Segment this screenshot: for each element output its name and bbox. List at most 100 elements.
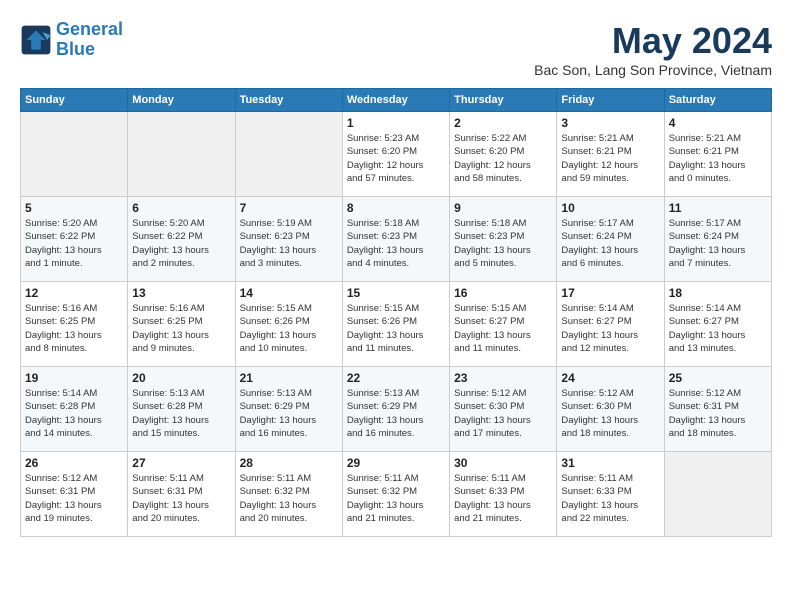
calendar-cell: 26Sunrise: 5:12 AM Sunset: 6:31 PM Dayli…: [21, 452, 128, 537]
calendar-cell: 30 Sunrise: 5:11 AM Sunset: 6:33 PM Dayli…: [450, 452, 557, 537]
header-row: SundayMondayTuesdayWednesdayThursdayFrid…: [21, 89, 772, 112]
logo-icon: [20, 24, 52, 56]
day-header-tuesday: Tuesday: [235, 89, 342, 112]
calendar-cell: 14 Sunrise: 5:15 AM Sunset: 6:26 PM Dayli…: [235, 282, 342, 367]
calendar-cell: 15 Sunrise: 5:15 AM Sunset: 6:26 PM Dayli…: [342, 282, 449, 367]
day-info: Sunrise: 5:20 AM Sunset: 6:22 PM Dayligh…: [132, 217, 230, 270]
calendar-cell: 24Sunrise: 5:12 AM Sunset: 6:30 PM Dayli…: [557, 367, 664, 452]
day-info: Sunrise: 5:11 AM Sunset: 6:33 PM Dayligh…: [454, 472, 552, 525]
day-number: 5: [25, 201, 123, 215]
calendar-cell: [128, 112, 235, 197]
calendar-cell: 17 Sunrise: 5:14 AM Sunset: 6:27 PM Dayli…: [557, 282, 664, 367]
day-number: 16: [454, 286, 552, 300]
day-number: 14: [240, 286, 338, 300]
day-number: 4: [669, 116, 767, 130]
day-info: Sunrise: 5:17 AM Sunset: 6:24 PM Dayligh…: [561, 217, 659, 270]
day-number: 1: [347, 116, 445, 130]
day-number: 31: [561, 456, 659, 470]
day-header-wednesday: Wednesday: [342, 89, 449, 112]
calendar-cell: 11 Sunrise: 5:17 AM Sunset: 6:24 PM Dayli…: [664, 197, 771, 282]
day-info: Sunrise: 5:14 AM Sunset: 6:28 PM Dayligh…: [25, 387, 123, 440]
week-row-5: 26Sunrise: 5:12 AM Sunset: 6:31 PM Dayli…: [21, 452, 772, 537]
calendar-cell: 13 Sunrise: 5:16 AM Sunset: 6:25 PM Dayli…: [128, 282, 235, 367]
day-header-saturday: Saturday: [664, 89, 771, 112]
week-row-4: 19Sunrise: 5:14 AM Sunset: 6:28 PM Dayli…: [21, 367, 772, 452]
day-number: 27: [132, 456, 230, 470]
calendar-cell: 12 Sunrise: 5:16 AM Sunset: 6:25 PM Dayli…: [21, 282, 128, 367]
title-block: May 2024 Bac Son, Lang Son Province, Vie…: [534, 20, 772, 78]
day-header-friday: Friday: [557, 89, 664, 112]
day-number: 2: [454, 116, 552, 130]
week-row-1: 1 Sunrise: 5:23 AM Sunset: 6:20 PM Daylig…: [21, 112, 772, 197]
day-info: Sunrise: 5:16 AM Sunset: 6:25 PM Dayligh…: [25, 302, 123, 355]
calendar-cell: 21 Sunrise: 5:13 AM Sunset: 6:29 PM Dayli…: [235, 367, 342, 452]
day-info: Sunrise: 5:18 AM Sunset: 6:23 PM Dayligh…: [454, 217, 552, 270]
calendar-cell: 25Sunrise: 5:12 AM Sunset: 6:31 PM Dayli…: [664, 367, 771, 452]
day-info: Sunrise: 5:16 AM Sunset: 6:25 PM Dayligh…: [132, 302, 230, 355]
calendar-cell: 5 Sunrise: 5:20 AM Sunset: 6:22 PM Daylig…: [21, 197, 128, 282]
day-number: 22: [347, 371, 445, 385]
week-row-3: 12 Sunrise: 5:16 AM Sunset: 6:25 PM Dayli…: [21, 282, 772, 367]
day-number: 13: [132, 286, 230, 300]
calendar-cell: [235, 112, 342, 197]
calendar-subtitle: Bac Son, Lang Son Province, Vietnam: [534, 62, 772, 78]
page-header: General Blue May 2024 Bac Son, Lang Son …: [20, 20, 772, 78]
day-info: Sunrise: 5:13 AM Sunset: 6:28 PM Dayligh…: [132, 387, 230, 440]
day-number: 18: [669, 286, 767, 300]
day-info: Sunrise: 5:13 AM Sunset: 6:29 PM Dayligh…: [347, 387, 445, 440]
calendar-cell: 16 Sunrise: 5:15 AM Sunset: 6:27 PM Dayli…: [450, 282, 557, 367]
calendar-cell: [21, 112, 128, 197]
day-number: 12: [25, 286, 123, 300]
day-number: 21: [240, 371, 338, 385]
calendar-cell: 3 Sunrise: 5:21 AM Sunset: 6:21 PM Daylig…: [557, 112, 664, 197]
calendar-cell: 22 Sunrise: 5:13 AM Sunset: 6:29 PM Dayli…: [342, 367, 449, 452]
calendar-cell: 7 Sunrise: 5:19 AM Sunset: 6:23 PM Daylig…: [235, 197, 342, 282]
day-info: Sunrise: 5:15 AM Sunset: 6:26 PM Dayligh…: [240, 302, 338, 355]
logo-text: General Blue: [56, 20, 123, 60]
day-info: Sunrise: 5:12 AM Sunset: 6:31 PM Dayligh…: [669, 387, 767, 440]
day-info: Sunrise: 5:21 AM Sunset: 6:21 PM Dayligh…: [561, 132, 659, 185]
day-number: 7: [240, 201, 338, 215]
day-info: Sunrise: 5:11 AM Sunset: 6:33 PM Dayligh…: [561, 472, 659, 525]
calendar-cell: 19Sunrise: 5:14 AM Sunset: 6:28 PM Dayli…: [21, 367, 128, 452]
calendar-cell: 23Sunrise: 5:12 AM Sunset: 6:30 PM Dayli…: [450, 367, 557, 452]
day-info: Sunrise: 5:12 AM Sunset: 6:30 PM Dayligh…: [454, 387, 552, 440]
day-info: Sunrise: 5:23 AM Sunset: 6:20 PM Dayligh…: [347, 132, 445, 185]
day-info: Sunrise: 5:14 AM Sunset: 6:27 PM Dayligh…: [669, 302, 767, 355]
day-number: 20: [132, 371, 230, 385]
logo: General Blue: [20, 20, 123, 60]
day-info: Sunrise: 5:11 AM Sunset: 6:31 PM Dayligh…: [132, 472, 230, 525]
day-info: Sunrise: 5:19 AM Sunset: 6:23 PM Dayligh…: [240, 217, 338, 270]
day-info: Sunrise: 5:15 AM Sunset: 6:27 PM Dayligh…: [454, 302, 552, 355]
calendar-cell: 10Sunrise: 5:17 AM Sunset: 6:24 PM Dayli…: [557, 197, 664, 282]
day-number: 9: [454, 201, 552, 215]
day-number: 11: [669, 201, 767, 215]
calendar-cell: 27 Sunrise: 5:11 AM Sunset: 6:31 PM Dayli…: [128, 452, 235, 537]
calendar-cell: 18 Sunrise: 5:14 AM Sunset: 6:27 PM Dayli…: [664, 282, 771, 367]
week-row-2: 5 Sunrise: 5:20 AM Sunset: 6:22 PM Daylig…: [21, 197, 772, 282]
day-info: Sunrise: 5:14 AM Sunset: 6:27 PM Dayligh…: [561, 302, 659, 355]
day-info: Sunrise: 5:13 AM Sunset: 6:29 PM Dayligh…: [240, 387, 338, 440]
day-number: 15: [347, 286, 445, 300]
calendar-cell: 2 Sunrise: 5:22 AM Sunset: 6:20 PM Daylig…: [450, 112, 557, 197]
day-header-thursday: Thursday: [450, 89, 557, 112]
calendar-cell: 28Sunrise: 5:11 AM Sunset: 6:32 PM Dayli…: [235, 452, 342, 537]
day-info: Sunrise: 5:22 AM Sunset: 6:20 PM Dayligh…: [454, 132, 552, 185]
day-info: Sunrise: 5:11 AM Sunset: 6:32 PM Dayligh…: [240, 472, 338, 525]
calendar-table: SundayMondayTuesdayWednesdayThursdayFrid…: [20, 88, 772, 537]
day-header-monday: Monday: [128, 89, 235, 112]
day-number: 17: [561, 286, 659, 300]
day-info: Sunrise: 5:15 AM Sunset: 6:26 PM Dayligh…: [347, 302, 445, 355]
calendar-cell: 6 Sunrise: 5:20 AM Sunset: 6:22 PM Daylig…: [128, 197, 235, 282]
day-info: Sunrise: 5:20 AM Sunset: 6:22 PM Dayligh…: [25, 217, 123, 270]
day-number: 26: [25, 456, 123, 470]
day-info: Sunrise: 5:12 AM Sunset: 6:30 PM Dayligh…: [561, 387, 659, 440]
calendar-cell: 1 Sunrise: 5:23 AM Sunset: 6:20 PM Daylig…: [342, 112, 449, 197]
day-number: 6: [132, 201, 230, 215]
day-number: 8: [347, 201, 445, 215]
day-number: 3: [561, 116, 659, 130]
calendar-cell: 8Sunrise: 5:18 AM Sunset: 6:23 PM Daylig…: [342, 197, 449, 282]
day-info: Sunrise: 5:17 AM Sunset: 6:24 PM Dayligh…: [669, 217, 767, 270]
calendar-cell: [664, 452, 771, 537]
day-number: 30: [454, 456, 552, 470]
